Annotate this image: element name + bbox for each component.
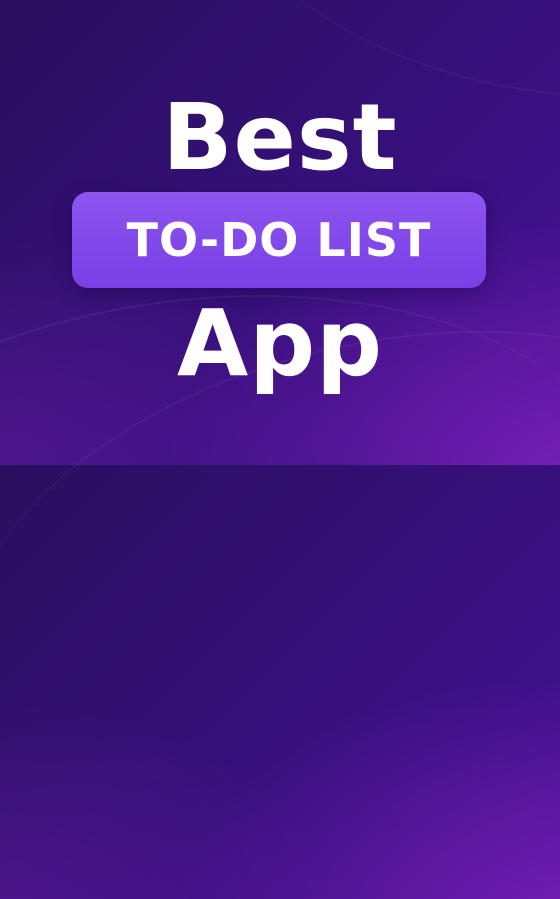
banner: { "banner": { "line_top": "Best", "badge… — [0, 0, 560, 899]
headline-app: App — [177, 290, 383, 397]
headline-best: Best — [162, 84, 398, 191]
todo-list-badge: TO-DO LIST — [72, 192, 486, 288]
badge-label: TO-DO LIST — [126, 213, 432, 267]
